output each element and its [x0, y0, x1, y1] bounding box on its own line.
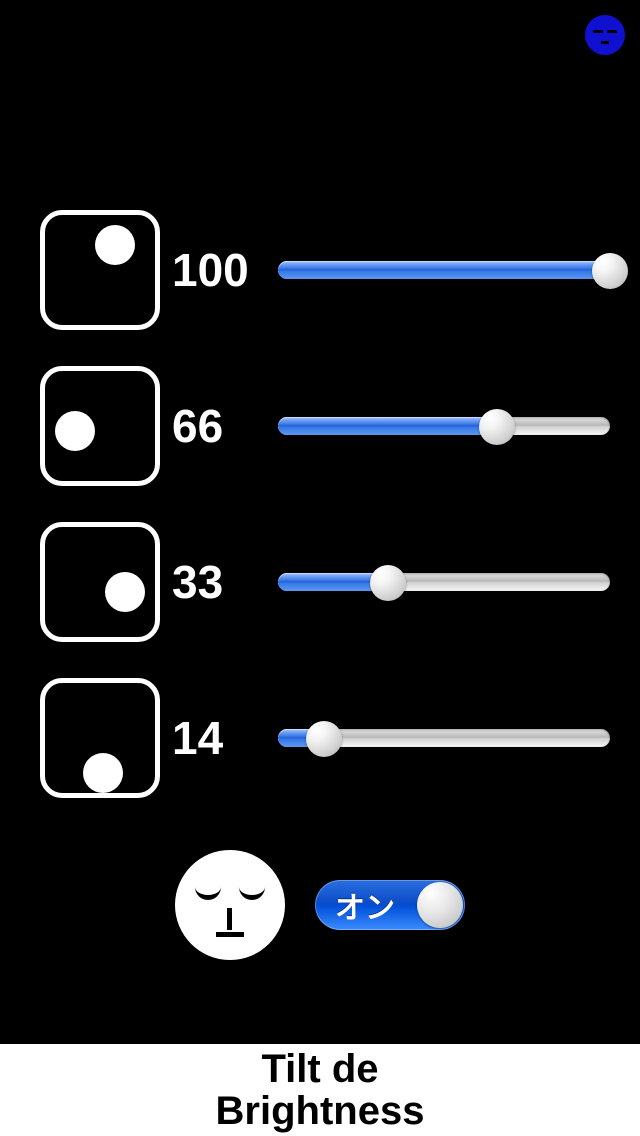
brightness-row: 100 [0, 215, 640, 325]
tilt-indicator [40, 678, 160, 798]
tilt-dot-icon [55, 411, 95, 451]
tilt-dot-icon [83, 753, 123, 793]
slider-thumb[interactable] [306, 721, 342, 757]
brightness-slider[interactable] [278, 261, 610, 279]
slider-thumb[interactable] [592, 253, 628, 289]
master-toggle[interactable]: オン [315, 880, 465, 930]
tilt-dot-icon [95, 225, 135, 265]
app-screen: 100 66 33 [0, 0, 640, 1136]
toggle-label: オン [335, 883, 395, 927]
brightness-slider[interactable] [278, 729, 610, 747]
brightness-value: 66 [172, 399, 272, 453]
app-footer: Tilt deBrightness [0, 1040, 640, 1136]
brightness-row: 66 [0, 371, 640, 481]
brightness-row: 14 [0, 683, 640, 793]
brightness-slider[interactable] [278, 417, 610, 435]
tilt-indicator [40, 366, 160, 486]
slider-thumb[interactable] [370, 565, 406, 601]
tilt-indicator [40, 522, 160, 642]
master-control: オン [0, 850, 640, 960]
tilt-dot-icon [105, 572, 145, 612]
brightness-value: 33 [172, 555, 272, 609]
slider-fill [278, 261, 610, 279]
slider-thumb[interactable] [479, 409, 515, 445]
tilt-indicator [40, 210, 160, 330]
toggle-knob [417, 882, 463, 928]
status-face-icon [585, 15, 625, 55]
face-icon [175, 850, 285, 960]
slider-fill [278, 417, 497, 435]
brightness-value: 100 [172, 243, 272, 297]
brightness-value: 14 [172, 711, 272, 765]
brightness-rows: 100 66 33 [0, 215, 640, 839]
brightness-row: 33 [0, 527, 640, 637]
app-title: Tilt deBrightness [216, 1048, 425, 1132]
brightness-slider[interactable] [278, 573, 610, 591]
